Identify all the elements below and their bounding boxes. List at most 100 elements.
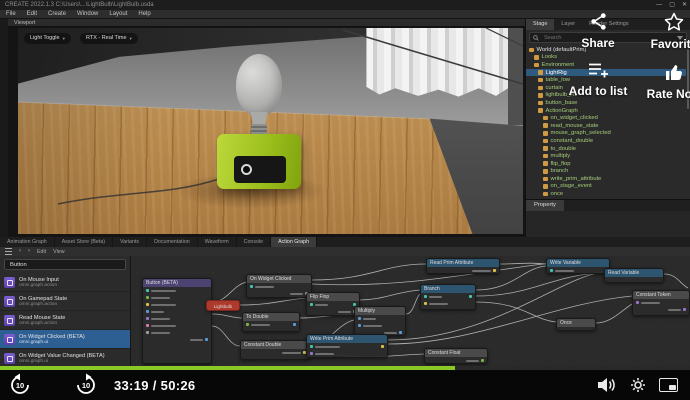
stage-tree-row[interactable]: flip_flop bbox=[526, 160, 686, 168]
settings-icon[interactable] bbox=[630, 377, 646, 393]
node-palette-item[interactable]: Read Mouse State omni.graph.action bbox=[0, 311, 130, 330]
stage-panel: StageLayerRender Settings World (default… bbox=[525, 19, 690, 237]
node-palette-item[interactable]: On Gamepad State omni.graph.action bbox=[0, 292, 130, 311]
wire bbox=[475, 301, 557, 323]
graph-node[interactable]: Button (BETA) bbox=[142, 278, 212, 364]
minimize-button[interactable]: — bbox=[656, 0, 662, 10]
graph-node[interactable]: Constant Token bbox=[632, 290, 690, 316]
viewport-canvas[interactable]: Light Toggle ▾ RTX - Real Time ▾ bbox=[18, 28, 523, 234]
node-palette-list: On Mouse Input omni.graph.action On Game… bbox=[0, 273, 130, 366]
app-window: CREATE 2022.1.3 C:\Users\...\LightBulb\L… bbox=[0, 0, 690, 400]
bottom-tab[interactable]: Action Graph bbox=[271, 237, 318, 247]
prim-label: Looks bbox=[541, 54, 557, 61]
forward-10-button[interactable]: 10 bbox=[74, 373, 98, 397]
node-search[interactable] bbox=[4, 259, 126, 270]
graph-node[interactable]: Read Variable bbox=[604, 268, 664, 283]
node-search-input[interactable] bbox=[8, 260, 122, 269]
push-button bbox=[241, 164, 252, 175]
graph-node[interactable]: Branch bbox=[420, 284, 476, 310]
graph-node[interactable]: Once bbox=[556, 318, 596, 331]
node-palette-item[interactable]: On Widget Value Changed (BETA) omni.grap… bbox=[0, 349, 130, 366]
prim-icon bbox=[543, 176, 548, 182]
graph-node[interactable]: Lightbulb bbox=[206, 300, 240, 311]
wire bbox=[595, 303, 633, 324]
miniplayer-icon[interactable] bbox=[659, 378, 678, 392]
prim-icon bbox=[543, 131, 548, 136]
wire bbox=[359, 289, 421, 301]
stage-tree-row[interactable]: once bbox=[526, 190, 686, 198]
menu-item[interactable]: Layout bbox=[109, 10, 127, 18]
stage-tree-row[interactable]: constant_double bbox=[526, 137, 686, 145]
bottom-tab[interactable]: Console bbox=[237, 237, 272, 247]
rate-button[interactable]: Rate Now bbox=[646, 62, 690, 101]
bottom-tab[interactable]: Documentation bbox=[147, 237, 198, 247]
graph-node[interactable]: Constant Double bbox=[240, 340, 310, 360]
menu-item[interactable]: File bbox=[6, 10, 16, 18]
light-stand-line-2 bbox=[485, 28, 523, 47]
stage-tree-row[interactable]: multiply bbox=[526, 152, 686, 160]
prim-label: curtain bbox=[545, 84, 563, 91]
player-right-controls bbox=[597, 377, 690, 393]
back-icon[interactable]: ‹ bbox=[19, 247, 21, 256]
graph-menu-edit[interactable]: Edit bbox=[37, 249, 46, 255]
stage-tree-row[interactable]: on_stage_event bbox=[526, 183, 686, 191]
graph-node[interactable]: Write Prim Attribute bbox=[306, 334, 388, 358]
menu-item[interactable]: Help bbox=[138, 10, 150, 18]
share-button[interactable]: Share bbox=[570, 12, 626, 50]
node-palette-item[interactable]: On Mouse Input omni.graph.action bbox=[0, 273, 130, 292]
graph-node[interactable]: Flip Flop bbox=[306, 292, 360, 316]
share-label: Share bbox=[581, 36, 615, 50]
graph-node[interactable]: Read Prim Attribute bbox=[426, 258, 500, 274]
stage-tree-row[interactable]: to_double bbox=[526, 145, 686, 153]
node-type-title: On Gamepad State bbox=[19, 295, 68, 302]
prim-icon bbox=[538, 93, 543, 98]
bottom-tab[interactable]: Waveform bbox=[198, 237, 237, 247]
graph-node[interactable]: To Double bbox=[242, 312, 300, 332]
stage-tree-row[interactable]: ActionGraph bbox=[526, 107, 686, 115]
bottom-tab[interactable]: Animation Graph bbox=[0, 237, 55, 247]
stage-tree-row[interactable]: mouse_graph_selected bbox=[526, 130, 686, 138]
forward-icon[interactable]: › bbox=[28, 247, 30, 256]
light-bulb bbox=[236, 54, 282, 116]
left-gutter bbox=[0, 19, 8, 237]
favorite-button[interactable]: Favorite bbox=[646, 12, 690, 51]
chevron-down-icon: ▾ bbox=[62, 36, 65, 41]
add-to-list-button[interactable]: Add to list bbox=[566, 62, 630, 98]
menu-item[interactable]: Window bbox=[77, 10, 98, 18]
stage-tree-row[interactable]: read_mouse_state bbox=[526, 122, 686, 130]
tab-property[interactable]: Property bbox=[526, 200, 564, 211]
menu-item[interactable]: Edit bbox=[27, 10, 37, 18]
video-controls-bar: 10 10 33:19/50:26 bbox=[0, 370, 690, 400]
maximize-button[interactable]: ▢ bbox=[669, 0, 675, 10]
stage-tree-row[interactable]: Looks bbox=[526, 54, 686, 62]
graph-canvas[interactable]: Button (BETA) On Widget Clicked Lightbul… bbox=[131, 256, 690, 366]
volume-icon[interactable] bbox=[597, 377, 617, 393]
camera-selector[interactable]: Light Toggle ▾ bbox=[24, 33, 71, 44]
prim-icon bbox=[534, 62, 539, 68]
stage-tree-row[interactable]: on_widget_clicked bbox=[526, 114, 686, 122]
panel-tab[interactable]: Stage bbox=[526, 19, 555, 30]
close-button[interactable]: ✕ bbox=[682, 0, 687, 10]
stage-tree-row[interactable]: branch bbox=[526, 168, 686, 176]
stage-tree-row[interactable]: write_prim_attribute bbox=[526, 175, 686, 183]
node-title: On Widget Clicked bbox=[247, 275, 311, 283]
bottom-tab[interactable]: Asset Store (Beta) bbox=[55, 237, 114, 247]
prim-icon bbox=[543, 153, 548, 159]
graph-node[interactable]: Multiply bbox=[354, 306, 406, 336]
graph-node[interactable]: Write Variable bbox=[546, 258, 610, 274]
window-controls: — ▢ ✕ bbox=[656, 0, 687, 10]
menu-item[interactable]: Create bbox=[48, 10, 66, 18]
graph-node[interactable]: On Widget Clicked bbox=[246, 274, 312, 298]
tab-viewport[interactable]: Viewport bbox=[8, 19, 525, 27]
graph-menu-view[interactable]: View bbox=[53, 249, 64, 255]
prim-label: once bbox=[550, 191, 564, 198]
graph-node[interactable]: Constant Float bbox=[424, 348, 488, 364]
prim-label: write_prim_attribute bbox=[550, 175, 602, 182]
menu-icon[interactable] bbox=[5, 248, 12, 255]
rewind-10-button[interactable]: 10 bbox=[8, 373, 32, 397]
prim-label: button_base bbox=[545, 99, 578, 106]
renderer-selector[interactable]: RTX - Real Time ▾ bbox=[80, 33, 138, 44]
node-title: Read Prim Attribute bbox=[427, 259, 499, 267]
bottom-tab[interactable]: Variants bbox=[113, 237, 148, 247]
node-palette-item[interactable]: On Widget Clicked (BETA) omni.graph.ui bbox=[0, 330, 130, 349]
